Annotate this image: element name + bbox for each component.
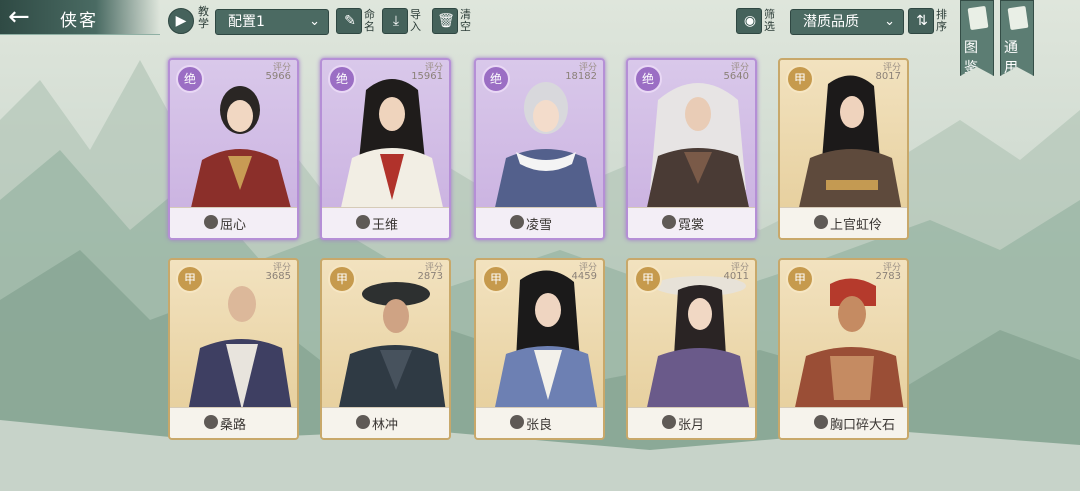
score-value: 4459 bbox=[571, 271, 597, 282]
hero-name: 林冲 bbox=[372, 418, 399, 433]
name-bar: 胸口碎大石 bbox=[780, 407, 907, 438]
score-value: 5966 bbox=[265, 71, 291, 82]
score-value: 4011 bbox=[723, 271, 749, 282]
config-select-value: 配置1 bbox=[228, 14, 265, 30]
top-bar: ← 侠客 ▶ 教学 配置1 ⌄ ✎ 命名 ⤓ 导入 🗑 清空 ◉ 筛选 潜质品质… bbox=[0, 0, 1080, 76]
hero-name: 王维 bbox=[372, 218, 399, 233]
hero-card[interactable]: 绝 评分 5966 屈心 bbox=[168, 58, 299, 240]
rename-label: 命名 bbox=[364, 8, 375, 33]
chevron-down-icon: ⌄ bbox=[309, 14, 320, 29]
hero-card[interactable]: 甲 评分 4459 张良 bbox=[474, 258, 605, 440]
back-arrow-icon[interactable]: ← bbox=[8, 4, 48, 30]
title-tab: ← 侠客 bbox=[0, 0, 160, 35]
score-value: 2783 bbox=[875, 271, 901, 282]
chevron-down-icon: ⌄ bbox=[884, 14, 895, 29]
tutorial-label: 教学 bbox=[198, 5, 209, 30]
score-value: 2873 bbox=[417, 271, 443, 282]
tutorial-button[interactable]: ▶ bbox=[168, 8, 194, 34]
eye-icon: ◉ bbox=[743, 13, 757, 29]
rename-button[interactable]: ✎ bbox=[336, 8, 362, 34]
hero-card[interactable]: 甲 评分 8017 上官虹伶 bbox=[778, 58, 909, 240]
rank-badge: 甲 bbox=[786, 65, 814, 93]
book-icon bbox=[1007, 5, 1029, 31]
hero-card[interactable]: 甲 评分 2783 胸口碎大石 bbox=[778, 258, 909, 440]
hero-name: 屈心 bbox=[220, 218, 247, 233]
hero-card[interactable]: 甲 评分 2873 林冲 bbox=[320, 258, 451, 440]
rank-badge: 甲 bbox=[786, 265, 814, 293]
score-value: 5640 bbox=[723, 71, 749, 82]
book-icon bbox=[967, 5, 989, 31]
rank-badge: 绝 bbox=[482, 65, 510, 93]
shield-icon bbox=[814, 415, 828, 429]
sword-icon bbox=[356, 415, 370, 429]
hero-card[interactable]: 绝 评分 15961 王维 bbox=[320, 58, 451, 240]
atlas-tab[interactable]: 图鉴 bbox=[960, 0, 994, 76]
name-bar: 林冲 bbox=[322, 407, 449, 438]
hero-card[interactable]: 甲 评分 3685 桑路 bbox=[168, 258, 299, 440]
name-bar: 屈心 bbox=[170, 207, 297, 238]
taiji-icon bbox=[662, 215, 676, 229]
filter-button[interactable]: ◉ bbox=[736, 8, 762, 34]
hero-name: 霓裳 bbox=[678, 218, 705, 233]
score-value: 8017 bbox=[875, 71, 901, 82]
rank-badge: 绝 bbox=[176, 65, 204, 93]
import-button[interactable]: ⤓ bbox=[382, 8, 408, 34]
name-bar: 王维 bbox=[322, 207, 449, 238]
clear-label: 清空 bbox=[460, 8, 471, 33]
rank-badge: 甲 bbox=[328, 265, 356, 293]
clear-button[interactable]: 🗑 bbox=[432, 8, 458, 34]
taiji-icon bbox=[356, 215, 370, 229]
name-bar: 张月 bbox=[628, 407, 755, 438]
rank-badge: 甲 bbox=[176, 265, 204, 293]
sort-icon: ⇅ bbox=[916, 13, 928, 29]
general-tab[interactable]: 通用 bbox=[1000, 0, 1034, 76]
hero-card[interactable]: 绝 评分 5640 霓裳 bbox=[626, 58, 757, 240]
import-label: 导入 bbox=[410, 8, 421, 33]
sword-icon bbox=[510, 215, 524, 229]
hero-name: 上官虹伶 bbox=[830, 218, 883, 233]
sort-select[interactable]: 潜质品质 ⌄ bbox=[790, 9, 904, 35]
rank-badge: 甲 bbox=[634, 265, 662, 293]
taiji-icon bbox=[510, 415, 524, 429]
hero-name: 张月 bbox=[678, 418, 705, 433]
play-icon: ▶ bbox=[175, 13, 187, 29]
page-title: 侠客 bbox=[60, 11, 98, 31]
name-bar: 霓裳 bbox=[628, 207, 755, 238]
download-icon: ⤓ bbox=[392, 13, 400, 29]
name-bar: 凌雪 bbox=[476, 207, 603, 238]
sort-label: 排序 bbox=[936, 8, 947, 33]
rank-badge: 绝 bbox=[634, 65, 662, 93]
score-value: 18182 bbox=[565, 71, 597, 82]
hero-name: 胸口碎大石 bbox=[830, 418, 896, 433]
rank-badge: 甲 bbox=[482, 265, 510, 293]
hero-grid: 绝 评分 5966 屈心 绝 评分 15961 王维 绝 评分 18182 凌雪… bbox=[0, 0, 1080, 491]
trash-icon: 🗑 bbox=[437, 13, 455, 29]
name-bar: 张良 bbox=[476, 407, 603, 438]
score-value: 15961 bbox=[411, 71, 443, 82]
hero-card[interactable]: 绝 评分 18182 凌雪 bbox=[474, 58, 605, 240]
hero-name: 桑路 bbox=[220, 418, 247, 433]
name-bar: 上官虹伶 bbox=[780, 207, 907, 238]
sort-select-value: 潜质品质 bbox=[803, 14, 859, 30]
taiji-icon bbox=[204, 215, 218, 229]
filter-label: 筛选 bbox=[764, 8, 775, 33]
name-bar: 桑路 bbox=[170, 407, 297, 438]
taiji-icon bbox=[814, 215, 828, 229]
shield-icon bbox=[662, 415, 676, 429]
hero-card[interactable]: 甲 评分 4011 张月 bbox=[626, 258, 757, 440]
rank-badge: 绝 bbox=[328, 65, 356, 93]
sort-button[interactable]: ⇅ bbox=[908, 8, 934, 34]
hero-name: 凌雪 bbox=[526, 218, 553, 233]
config-select[interactable]: 配置1 ⌄ bbox=[215, 9, 329, 35]
sword-icon bbox=[204, 415, 218, 429]
hero-name: 张良 bbox=[526, 418, 553, 433]
score-value: 3685 bbox=[265, 271, 291, 282]
brush-icon: ✎ bbox=[344, 13, 356, 29]
